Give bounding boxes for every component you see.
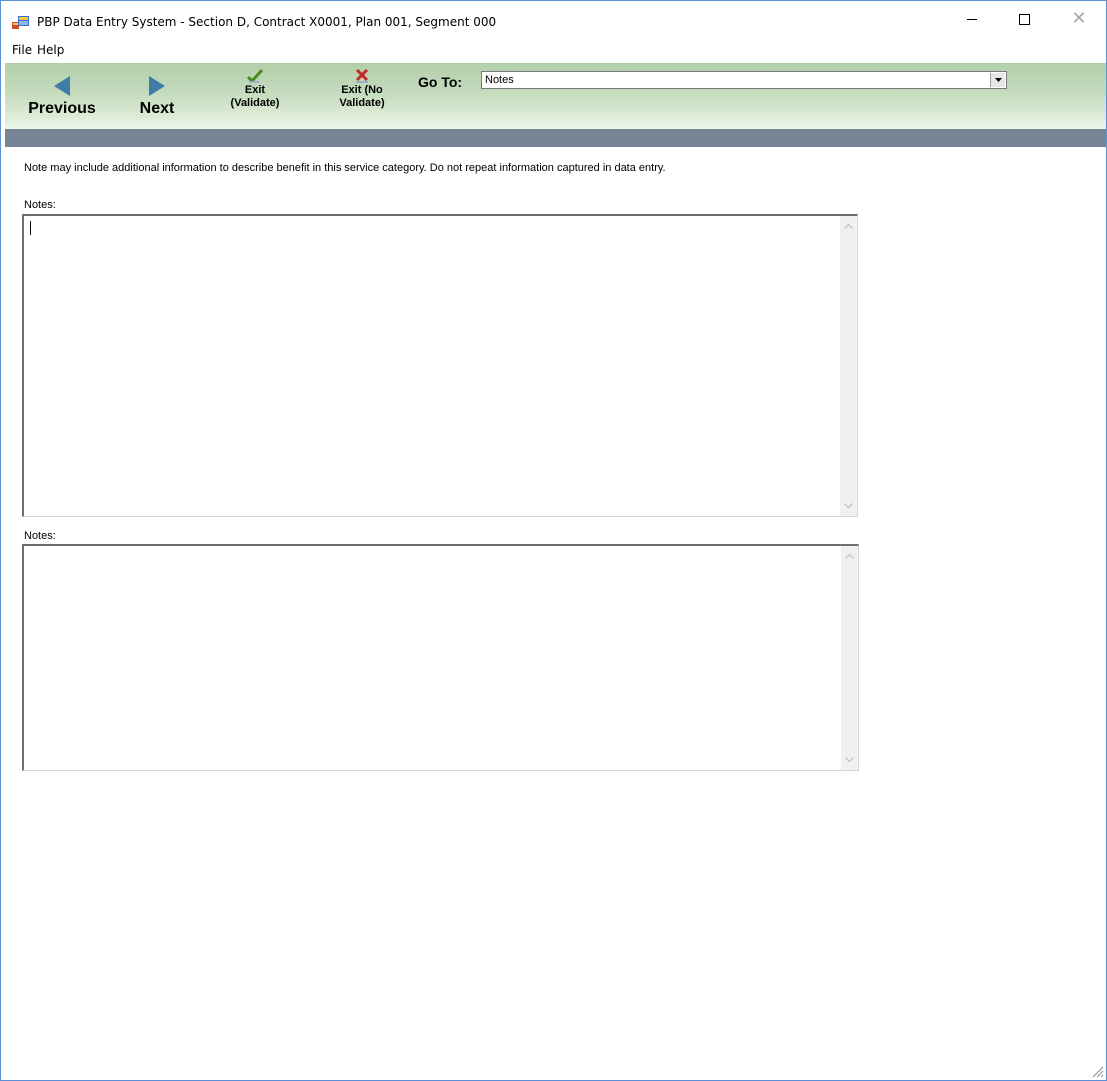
notes-label-2: Notes:: [24, 530, 56, 542]
close-button[interactable]: ✕: [1056, 1, 1102, 37]
scroll-up-button[interactable]: [841, 548, 858, 565]
goto-dropdown[interactable]: Notes: [481, 71, 1007, 89]
dropdown-arrow-button[interactable]: [990, 73, 1005, 87]
scroll-down-button[interactable]: [841, 751, 858, 768]
title-bar: PBP Data Entry System - Section D, Contr…: [1, 1, 1106, 41]
exit-no-validate-label-line1: Exit (No: [341, 84, 383, 96]
exit-validate-label-line2: (Validate): [230, 97, 280, 109]
notes-textarea-1[interactable]: [22, 214, 858, 517]
exit-validate-label-line1: Exit: [244, 84, 266, 96]
maximize-icon: [1018, 13, 1030, 25]
menu-bar: File Help: [1, 41, 1106, 61]
close-icon: ✕: [1071, 8, 1087, 29]
exit-no-validate-button[interactable]: Exit (No Validate): [329, 69, 395, 110]
minimize-icon: [967, 18, 977, 20]
previous-label: Previous: [28, 100, 96, 117]
goto-label: Go To:: [418, 74, 463, 90]
section-header-band: [5, 129, 1106, 147]
menu-file[interactable]: File: [12, 43, 32, 57]
exit-no-validate-label-line2: Validate): [339, 97, 385, 109]
window-title: PBP Data Entry System - Section D, Contr…: [37, 15, 497, 29]
chevron-up-icon: [844, 224, 853, 229]
previous-button[interactable]: Previous: [19, 75, 105, 118]
goto-selected-value: Notes: [485, 74, 514, 86]
checkmark-icon: [247, 69, 263, 83]
resize-grip-icon[interactable]: [1090, 1064, 1104, 1078]
notes-1-scrollbar[interactable]: [840, 216, 857, 516]
instruction-text: Note may include additional information …: [24, 162, 666, 174]
scroll-up-button[interactable]: [840, 218, 857, 235]
notes-label-1: Notes:: [24, 199, 56, 211]
minimize-button[interactable]: [949, 1, 995, 37]
toolbar: Previous Next Exit (Validate) Exit (No V…: [5, 63, 1106, 129]
notes-textarea-2[interactable]: [22, 544, 859, 771]
scroll-down-button[interactable]: [840, 497, 857, 514]
exit-validate-button[interactable]: Exit (Validate): [221, 69, 289, 110]
app-window: PBP Data Entry System - Section D, Contr…: [0, 0, 1107, 1081]
maximize-button[interactable]: [1001, 1, 1047, 37]
text-cursor: [30, 221, 31, 235]
arrow-right-icon: [149, 76, 165, 96]
chevron-down-icon: [845, 757, 854, 762]
chevron-down-icon: [994, 78, 1002, 82]
x-mark-icon: [355, 69, 369, 83]
next-button[interactable]: Next: [131, 75, 183, 118]
arrow-left-icon: [54, 76, 70, 96]
pbp-app-icon: [12, 16, 29, 29]
menu-help[interactable]: Help: [37, 43, 64, 57]
chevron-down-icon: [844, 503, 853, 508]
next-label: Next: [139, 100, 175, 117]
chevron-up-icon: [845, 554, 854, 559]
notes-2-scrollbar[interactable]: [841, 546, 858, 770]
